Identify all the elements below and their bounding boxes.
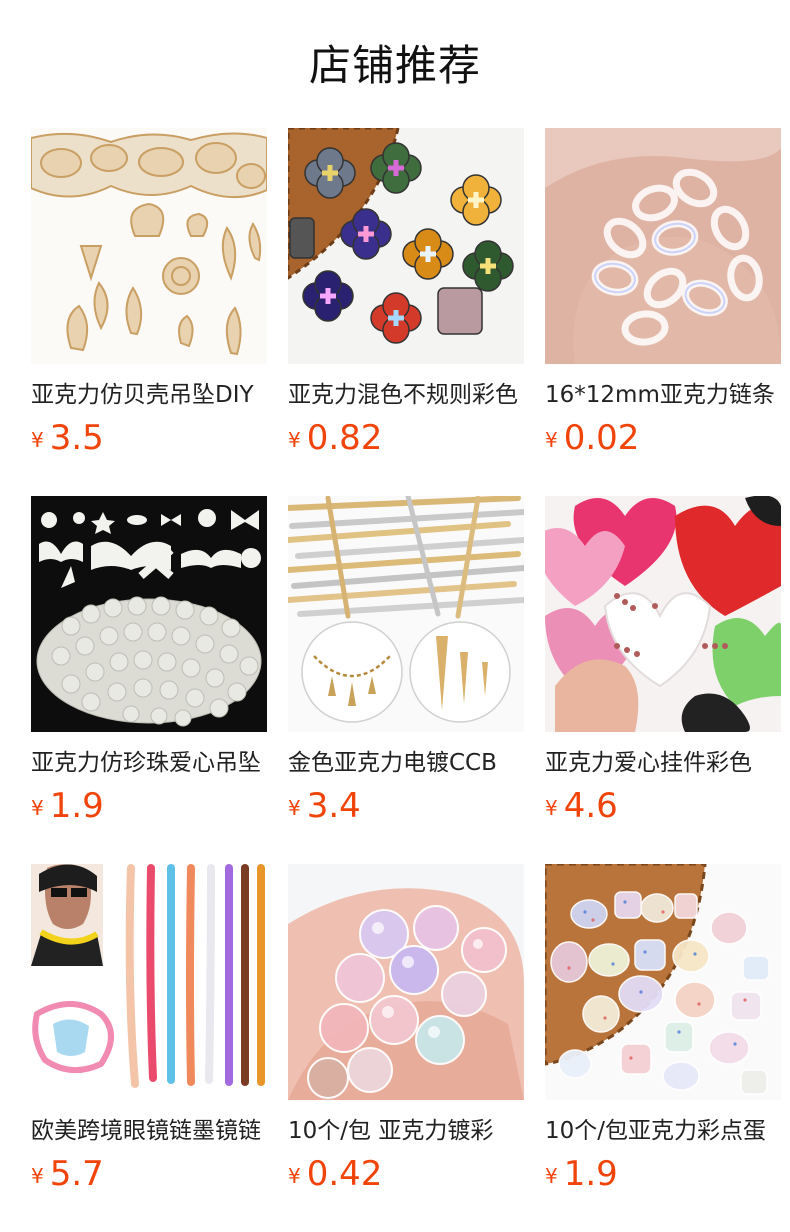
product-name[interactable]: 金色亚克力电镀CCB [288,747,524,779]
currency-symbol: ¥ [31,796,44,820]
currency-symbol: ¥ [288,1164,301,1188]
product-price: ¥4.6 [545,784,618,828]
product-name[interactable]: 10个/包 亚克力镀彩 [288,1115,524,1147]
iridescent-beads-icon[interactable] [288,864,524,1100]
product-card[interactable]: 16*12mm亚克力链条 ¥0.02 [545,128,781,496]
gold-spike-charms-icon[interactable] [288,496,524,732]
product-card[interactable]: 10个/包 亚克力镀彩 ¥0.42 [288,864,524,1232]
product-name[interactable]: 亚克力仿珍珠爱心吊坠 [31,747,267,779]
product-price: ¥0.82 [288,416,382,460]
product-card[interactable]: 欧美跨境眼镜链墨镜链 ¥5.7 [31,864,267,1232]
speckled-beads-icon[interactable] [545,864,781,1100]
currency-symbol: ¥ [288,796,301,820]
product-name[interactable]: 10个/包亚克力彩点蛋 [545,1115,781,1147]
heart-pendants-icon[interactable] [545,496,781,732]
clear-chain-links-icon[interactable] [545,128,781,364]
product-price: ¥0.42 [288,1152,382,1196]
price-value: 0.82 [306,418,383,458]
price-value: 1.9 [49,786,104,826]
price-value: 4.6 [563,786,618,826]
product-price: ¥5.7 [31,1152,104,1196]
glasses-chains-icon[interactable] [31,864,267,1100]
price-value: 3.4 [306,786,361,826]
product-name[interactable]: 亚克力爱心挂件彩色 [545,747,781,779]
price-value: 3.5 [49,418,104,458]
price-value: 0.02 [563,418,640,458]
product-price: ¥3.4 [288,784,361,828]
currency-symbol: ¥ [545,1164,558,1188]
product-name[interactable]: 欧美跨境眼镜链墨镜链 [31,1115,267,1147]
product-card[interactable]: 10个/包亚克力彩点蛋 ¥1.9 [545,864,781,1232]
page-title: 店铺推荐 [308,41,481,90]
currency-symbol: ¥ [31,428,44,452]
product-card[interactable]: 金色亚克力电镀CCB ¥3.4 [288,496,524,864]
price-value: 1.9 [563,1154,618,1194]
product-grid: 亚克力仿贝壳吊坠DIY ¥3.5 亚克力混色不规则彩色 ¥ 0.82 16*12… [31,128,781,1232]
currency-symbol: ¥ [288,428,301,452]
product-card[interactable]: 亚克力混色不规则彩色 ¥0.82 [288,128,524,496]
product-price: ¥1.9 [31,784,104,828]
price-value: 5.7 [49,1154,104,1194]
seashell-pendants-icon[interactable] [31,128,267,364]
currency-symbol: ¥ [545,796,558,820]
product-name[interactable]: 亚克力仿贝壳吊坠DIY [31,379,267,411]
product-name[interactable]: 亚克力混色不规则彩色 [288,379,524,411]
product-name[interactable]: 16*12mm亚克力链条 [545,379,781,411]
product-card[interactable]: 亚克力仿贝壳吊坠DIY ¥3.5 [31,128,267,496]
product-price: ¥3.5 [31,416,104,460]
product-price: ¥0.02 [545,416,639,460]
recommendation-page: 店铺推荐 亚克力仿贝壳吊坠DIY ¥ 3.5 亚克力混色不规则彩色 ¥ 0.82… [0,0,790,1232]
clover-beads-icon[interactable] [288,128,524,364]
product-price: ¥1.9 [545,1152,618,1196]
currency-symbol: ¥ [31,1164,44,1188]
currency-symbol: ¥ [545,428,558,452]
product-card[interactable]: 亚克力爱心挂件彩色 ¥4.6 [545,496,781,864]
price-value: 0.42 [306,1154,383,1194]
product-card[interactable]: 亚克力仿珍珠爱心吊坠 ¥1.9 [31,496,267,864]
pearl-charms-icon[interactable] [31,496,267,732]
